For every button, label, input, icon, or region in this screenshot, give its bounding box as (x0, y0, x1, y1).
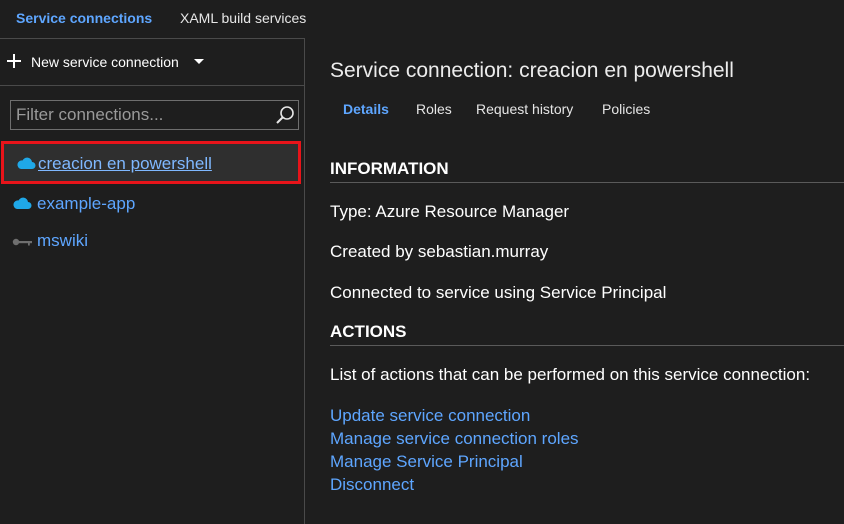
disconnect-link[interactable]: Disconnect (330, 475, 414, 495)
filter-box (10, 100, 299, 130)
tab-roles[interactable]: Roles (416, 101, 452, 117)
top-tab-bar: Service connections XAML build services (0, 0, 844, 38)
search-icon[interactable] (275, 105, 295, 125)
tab-service-connections[interactable]: Service connections (16, 10, 152, 26)
connection-details-panel: Service connection: creacion en powershe… (306, 38, 844, 524)
connection-item-example-app[interactable]: example-app (0, 185, 304, 223)
caret-down-icon (194, 59, 204, 64)
filter-connections-input[interactable] (11, 101, 271, 129)
connection-type: Type: Azure Resource Manager (330, 202, 570, 221)
connection-method: Connected to service using Service Princ… (330, 283, 667, 302)
manage-roles-link[interactable]: Manage service connection roles (330, 429, 579, 449)
actions-intro: List of actions that can be performed on… (330, 365, 811, 384)
page-title: Service connection: creacion en powershe… (330, 59, 734, 82)
connection-label: mswiki (37, 231, 88, 250)
actions-heading: ACTIONS (330, 322, 844, 346)
tab-details[interactable]: Details (343, 101, 389, 117)
key-icon (12, 235, 32, 249)
sidebar: New service connection creacion en power… (0, 38, 305, 524)
cloud-icon (16, 156, 36, 170)
new-service-connection-button[interactable]: New service connection (0, 39, 304, 86)
manage-service-principal-link[interactable]: Manage Service Principal (330, 452, 523, 472)
tab-policies[interactable]: Policies (602, 101, 650, 117)
cloud-icon (12, 196, 32, 210)
connection-item-creacion-en-powershell[interactable]: creacion en powershell (1, 141, 301, 184)
new-service-connection-label: New service connection (31, 54, 179, 70)
created-by: Created by sebastian.murray (330, 242, 549, 261)
connection-label: creacion en powershell (38, 154, 212, 173)
information-heading: INFORMATION (330, 159, 844, 183)
update-service-connection-link[interactable]: Update service connection (330, 406, 530, 426)
plus-icon (7, 54, 21, 68)
connection-label: example-app (37, 194, 136, 213)
tab-request-history[interactable]: Request history (476, 101, 573, 117)
connection-item-mswiki[interactable]: mswiki (0, 223, 304, 261)
tab-xaml-build-services[interactable]: XAML build services (180, 10, 306, 26)
